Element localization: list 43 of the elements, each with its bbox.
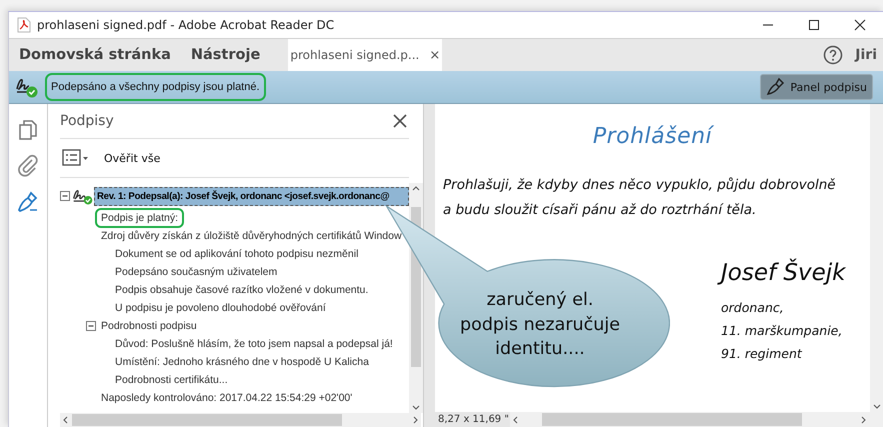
- signature-status-message: Podepsáno a všechny podpisy jsou platné.: [47, 75, 264, 99]
- scrollbar-thumb[interactable]: [72, 414, 342, 426]
- tree-item[interactable]: Podpis obsahuje časové razítko vložené v dokumentu.: [112, 283, 372, 297]
- signature-pen-icon: [16, 190, 40, 214]
- menu-item[interactable]: Domovská stránka: [9, 39, 181, 71]
- page-size-label: 8,27 x 11,69 ": [424, 412, 510, 427]
- tree-item[interactable]: Podepsáno současným uživatelem: [112, 265, 280, 279]
- collapse-icon[interactable]: [60, 191, 70, 201]
- sidebar-tool[interactable]: [16, 154, 40, 178]
- tree-item[interactable]: Podpis je platný:: [98, 211, 182, 225]
- pages-icon: [16, 118, 40, 142]
- tree-item[interactable]: Umístění: Jednoho krásného dne v hospodě U Kalicha: [112, 355, 372, 369]
- tree-item[interactable]: Důvod: Poslušně hlásím, že toto jsem napsal a podepsal já!: [112, 337, 396, 351]
- tree-item[interactable]: Zdroj důvěry získán z úložiště důvěryhodných certifikátů Window: [98, 229, 405, 243]
- document-text-line: Prohlašuji, že kdyby dnes něco vypuklo, půjdu dobrovolně: [443, 177, 837, 193]
- pdf-file-icon: [17, 17, 31, 33]
- verify-all-button[interactable]: Ověřit vše: [104, 152, 160, 164]
- scrollbar-thumb[interactable]: [542, 413, 802, 426]
- callout-text: zaručený el. podpis nezaručuje identitu....: [459, 289, 621, 361]
- user-name[interactable]: Jiri: [855, 47, 877, 63]
- panel-title: Podpisy: [60, 113, 115, 129]
- document-text-line: a budu sloužit císaři pánu až do roztrhání těla.: [443, 202, 758, 218]
- tree-item[interactable]: Naposledy kontrolováno: 2017.04.22 15:54:29 +02'00': [98, 391, 356, 405]
- collapse-icon[interactable]: [86, 321, 96, 331]
- document-tab[interactable]: prohlaseni signed.p... ×: [288, 39, 442, 71]
- help-icon[interactable]: [823, 45, 844, 65]
- paperclip-icon: [16, 154, 40, 178]
- sidebar-tool[interactable]: [16, 190, 40, 214]
- window-title: prohlaseni signed.pdf - Adobe Acrobat Reader DC: [37, 18, 336, 32]
- signer-detail: 91. regiment: [721, 346, 804, 361]
- document-title: Prohlášení: [592, 124, 715, 149]
- close-icon[interactable]: [391, 112, 409, 130]
- signer-detail: ordonanc,: [721, 300, 785, 315]
- signer-detail: 11. marškumpanie,: [721, 323, 844, 338]
- tree-item[interactable]: U podpisu je povoleno dlouhodobé ověřování: [112, 301, 329, 315]
- tree-item[interactable]: Podrobnosti certifikátu...: [112, 373, 231, 387]
- signature-panel-button[interactable]: Panel podpisu: [760, 74, 873, 100]
- menu-item[interactable]: Nástroje: [180, 39, 270, 71]
- tree-item[interactable]: Podrobnosti podpisu: [98, 319, 200, 333]
- sidebar-tool[interactable]: [16, 118, 40, 142]
- tree-item[interactable]: Rev. 1: Podepsal(a): Josef Švejk, ordonanc <josef.svejk.ordonanc@: [94, 186, 409, 206]
- options-list-icon[interactable]: [62, 149, 90, 167]
- tree-item[interactable]: Dokument se od aplikování tohoto podpisu nezměnil: [112, 247, 362, 261]
